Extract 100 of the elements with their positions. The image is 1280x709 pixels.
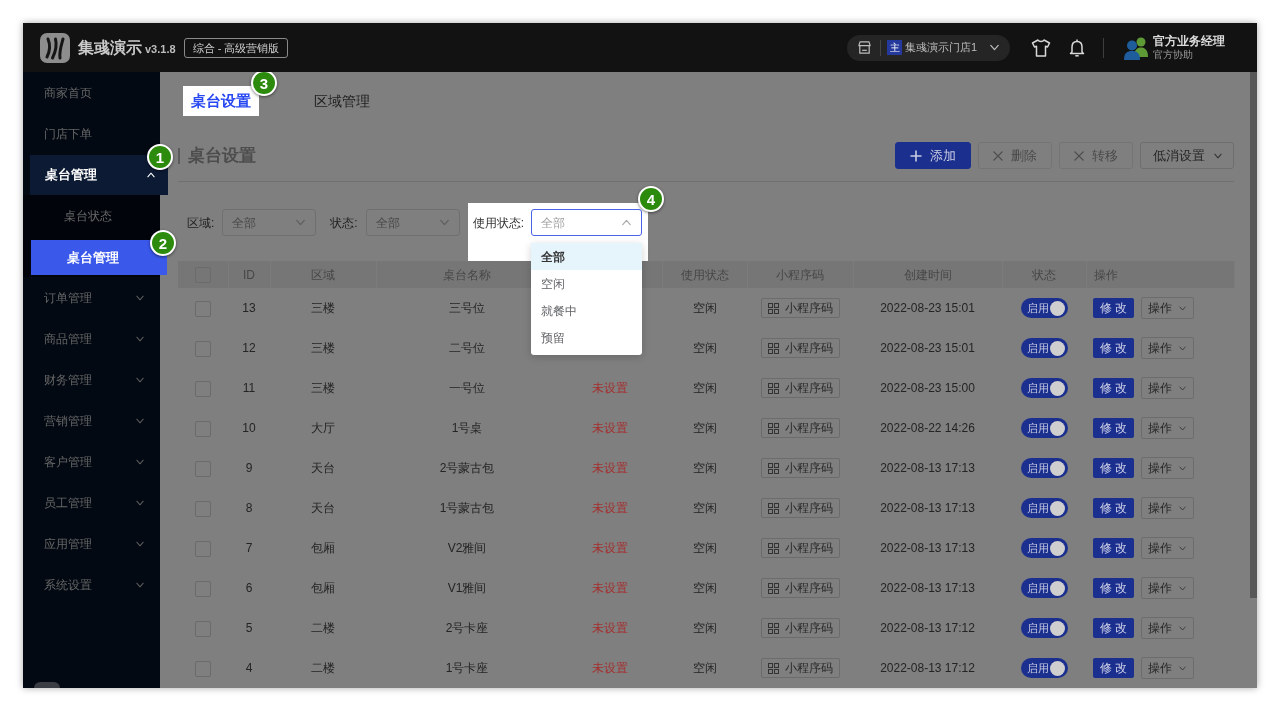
row-id: 7 [245, 541, 253, 555]
status-toggle[interactable]: 启用 [1020, 538, 1068, 558]
status-toggle[interactable]: 启用 [1020, 378, 1068, 398]
edit-button[interactable]: 修 改 [1093, 498, 1135, 518]
select-field[interactable]: 全部 [531, 209, 643, 236]
step-number-marker: 3 [251, 72, 277, 96]
edit-button[interactable]: 修 改 [1093, 378, 1135, 398]
column-4-text: 未设置 [592, 541, 628, 555]
created-time: 2022-08-13 17:12 [880, 621, 975, 635]
dropdown-button[interactable]: 低消设置 [1140, 142, 1234, 169]
qr-code-button[interactable]: 小程序码 [760, 298, 840, 318]
status-toggle[interactable]: 启用 [1020, 618, 1068, 638]
edit-button[interactable]: 修 改 [1093, 298, 1135, 318]
more-actions-button[interactable]: 操作 [1141, 617, 1195, 639]
plus-icon [910, 149, 922, 162]
usage-status: 空闲 [692, 421, 717, 435]
more-actions-button[interactable]: 操作 [1141, 457, 1195, 479]
status-toggle[interactable]: 启用 [1020, 458, 1068, 478]
usage-status: 空闲 [692, 381, 717, 395]
sidebar-item[interactable]: 员工管理 [23, 482, 160, 523]
user-avatar-icon[interactable] [1122, 35, 1150, 60]
more-actions-button[interactable]: 操作 [1141, 417, 1195, 439]
column-4-text: 未设置 [592, 421, 628, 435]
usage-status: 空闲 [692, 621, 717, 635]
chevron-down-icon [1213, 152, 1223, 159]
more-actions-button[interactable]: 操作 [1141, 657, 1195, 679]
chevron-down-icon [1178, 465, 1188, 471]
bell-icon[interactable] [1069, 38, 1085, 57]
row-id: 13 [242, 301, 256, 315]
edit-button[interactable]: 修 改 [1093, 618, 1135, 638]
edit-button[interactable]: 修 改 [1093, 458, 1135, 478]
area-name: 二楼 [311, 621, 335, 635]
status-toggle[interactable]: 启用 [1020, 418, 1068, 438]
qr-code-button[interactable]: 小程序码 [760, 378, 840, 398]
more-actions-button[interactable]: 操作 [1141, 337, 1195, 359]
qr-code-icon [767, 302, 779, 314]
area-name: 三楼 [311, 341, 335, 355]
qr-code-button[interactable]: 小程序码 [760, 498, 840, 518]
row-id: 10 [242, 421, 256, 435]
chevron-up-icon [621, 219, 633, 226]
created-time: 2022-08-23 15:00 [880, 381, 975, 395]
table-name: 2号卡座 [445, 621, 489, 635]
qr-code-icon [767, 422, 779, 434]
qr-code-button[interactable]: 小程序码 [760, 578, 840, 598]
sidebar-item[interactable]: 系统设置 [23, 564, 160, 605]
status-toggle[interactable]: 启用 [1020, 498, 1068, 518]
edit-button[interactable]: 修 改 [1093, 578, 1135, 598]
dropdown-option[interactable]: 预留 [531, 324, 643, 351]
qr-code-icon [767, 462, 779, 474]
area-name: 大厅 [311, 421, 335, 435]
more-actions-button[interactable]: 操作 [1141, 377, 1195, 399]
usage-status: 空闲 [692, 541, 717, 555]
qr-code-button[interactable]: 小程序码 [760, 538, 840, 558]
store-selector[interactable]: 主 集彧演示门店1 [847, 34, 1010, 61]
edit-button[interactable]: 修 改 [1093, 538, 1135, 558]
add-button[interactable]: 添加 [895, 142, 971, 169]
status-toggle[interactable]: 启用 [1020, 338, 1068, 358]
status-toggle[interactable]: 启用 [1020, 298, 1068, 318]
close-icon [1074, 150, 1084, 161]
scrollbar-thumb[interactable] [1250, 72, 1257, 598]
tab[interactable]: 桌台设置 [183, 86, 259, 116]
more-actions-button[interactable]: 操作 [1141, 577, 1195, 599]
edit-button[interactable]: 修 改 [1093, 338, 1135, 358]
qr-code-button[interactable]: 小程序码 [760, 658, 840, 678]
sidebar-item[interactable]: 客户管理 [23, 441, 160, 482]
table-name: V2雅间 [447, 541, 487, 555]
chevron-down-icon [1178, 345, 1188, 351]
more-actions-button[interactable]: 操作 [1141, 537, 1195, 559]
dropdown-option[interactable]: 就餐中 [531, 297, 643, 324]
sidebar-item[interactable]: 应用管理 [23, 523, 160, 564]
more-actions-button[interactable]: 操作 [1141, 297, 1195, 319]
filter-label: 状态: [330, 214, 358, 232]
qr-code-button[interactable]: 小程序码 [760, 418, 840, 438]
more-actions-button[interactable]: 操作 [1141, 497, 1195, 519]
chevron-down-icon [1178, 545, 1188, 551]
sidebar-item[interactable]: 商家首页 [23, 72, 160, 113]
qr-code-button[interactable]: 小程序码 [760, 338, 840, 358]
usage-status: 空闲 [692, 581, 717, 595]
qr-code-button[interactable]: 小程序码 [760, 458, 840, 478]
table-name: 2号蒙古包 [439, 461, 495, 475]
dropdown-option[interactable]: 全部 [531, 243, 643, 270]
qr-code-icon [767, 382, 779, 394]
sidebar-item[interactable]: 订单管理 [23, 277, 160, 318]
edit-button[interactable]: 修 改 [1093, 418, 1135, 438]
qr-code-icon [767, 342, 779, 354]
qr-code-button[interactable]: 小程序码 [760, 618, 840, 638]
status-toggle[interactable]: 启用 [1020, 578, 1068, 598]
table-name: 1号卡座 [445, 661, 489, 675]
row-id: 5 [245, 621, 253, 635]
edit-button[interactable]: 修 改 [1093, 658, 1135, 678]
logo-icon[interactable] [40, 32, 70, 63]
t-shirt-icon[interactable] [1031, 38, 1051, 57]
status-toggle[interactable]: 启用 [1020, 658, 1068, 678]
created-time: 2022-08-23 15:01 [880, 341, 975, 355]
sidebar-item[interactable]: 营销管理 [23, 400, 160, 441]
app-name: 集彧演示 [78, 37, 142, 58]
user-role: 官方协助 [1153, 47, 1194, 62]
sidebar-item[interactable]: 财务管理 [23, 359, 160, 400]
sidebar-item[interactable]: 商品管理 [23, 318, 160, 359]
tab[interactable]: 区域管理 [306, 86, 378, 116]
